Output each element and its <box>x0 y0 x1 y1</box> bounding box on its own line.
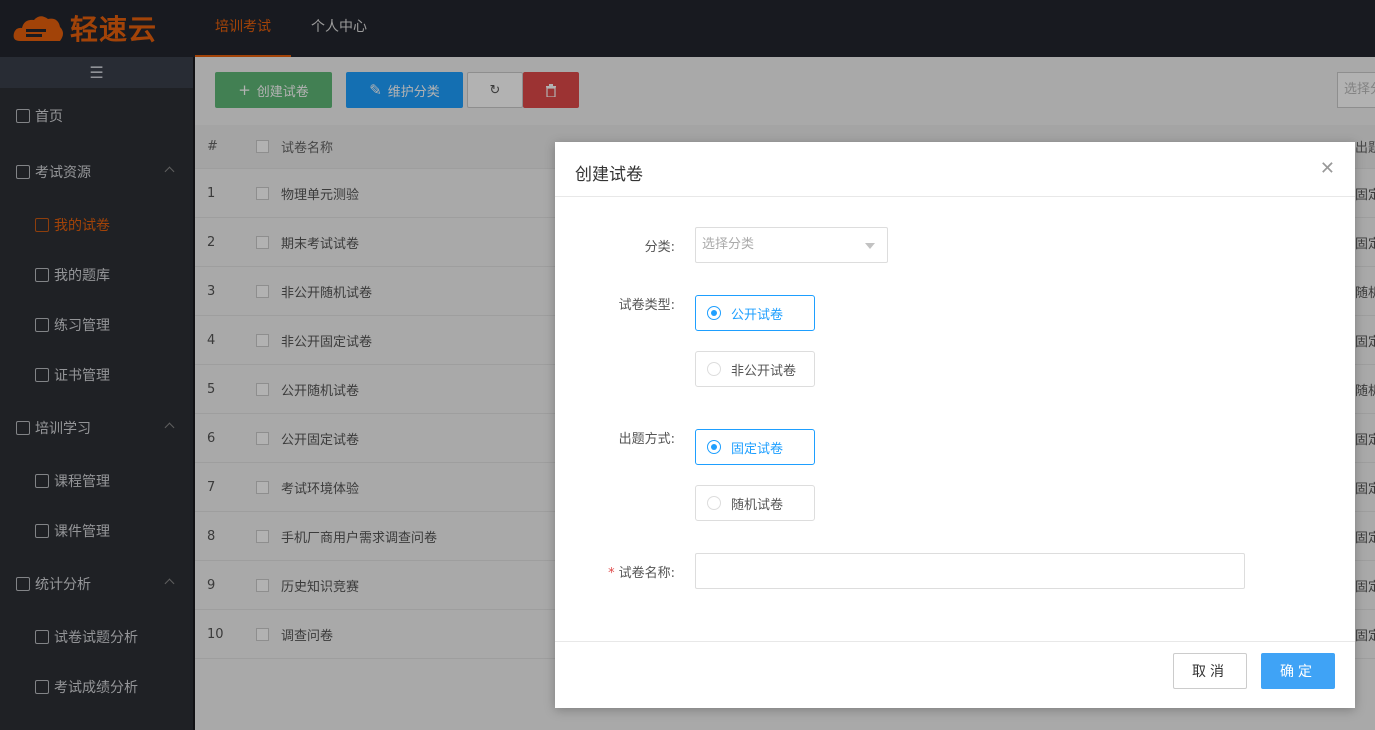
dialog-title: 创建试卷 <box>575 165 643 185</box>
paper-name-label: * 试卷名称: <box>555 562 675 581</box>
dialog-header: 创建试卷 ✕ <box>555 142 1355 197</box>
radio-dot <box>707 362 721 376</box>
radio-label: 公开试卷 <box>731 307 784 323</box>
category-label: 分类: <box>644 240 675 255</box>
dialog-body: 分类: 选择分类 试卷类型: 公开试卷 非公开试卷 出题方式: 固定试卷 随机试… <box>555 197 1355 641</box>
paper-name-input[interactable] <box>695 553 1245 589</box>
paper-name-label-text: 试卷名称: <box>618 566 675 581</box>
category-select[interactable]: 选择分类 <box>695 227 888 263</box>
cancel-button[interactable]: 取消 <box>1173 653 1247 689</box>
radio-dot <box>707 306 721 320</box>
mode-label: 出题方式: <box>618 432 675 447</box>
confirm-button[interactable]: 确定 <box>1261 653 1335 689</box>
dialog-footer: 取消 确定 <box>555 641 1355 708</box>
paper-type-label: 试卷类型: <box>618 298 675 313</box>
radio-dot <box>707 440 721 454</box>
radio-private-paper[interactable]: 非公开试卷 <box>695 351 815 387</box>
radio-fixed-paper[interactable]: 固定试卷 <box>695 429 815 465</box>
category-placeholder: 选择分类 <box>702 237 755 252</box>
required-mark: * <box>608 566 615 581</box>
caret-down-icon <box>865 243 875 249</box>
radio-label: 非公开试卷 <box>731 363 797 379</box>
radio-dot <box>707 496 721 510</box>
radio-label: 随机试卷 <box>731 497 784 513</box>
radio-label: 固定试卷 <box>731 441 784 457</box>
create-paper-dialog: 创建试卷 ✕ 分类: 选择分类 试卷类型: 公开试卷 非公开试卷 出题方式: 固… <box>555 142 1355 708</box>
close-icon[interactable]: ✕ <box>1320 158 1335 179</box>
radio-random-paper[interactable]: 随机试卷 <box>695 485 815 521</box>
radio-public-paper[interactable]: 公开试卷 <box>695 295 815 331</box>
